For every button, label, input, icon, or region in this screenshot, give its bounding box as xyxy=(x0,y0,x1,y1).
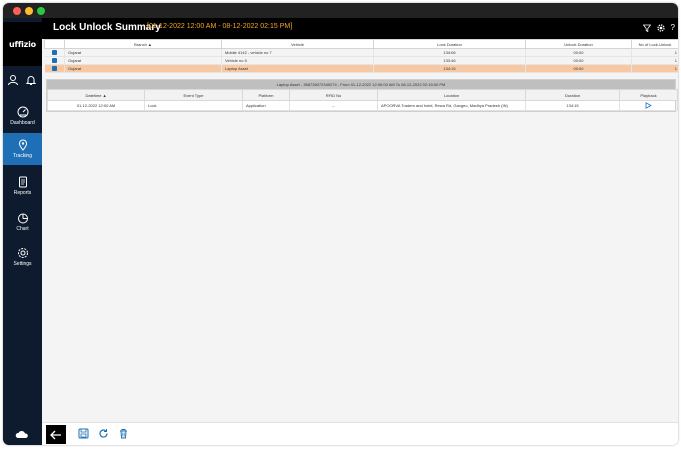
expand-row-button[interactable] xyxy=(51,58,57,64)
unlock-duration-cell: 00:00 xyxy=(525,64,632,73)
bottom-toolbar xyxy=(42,422,678,445)
playback-cell xyxy=(619,100,678,111)
detail-table: Datetime ▲ Event Type Platform RFID No L… xyxy=(47,89,678,111)
date-range: [01-12-2022 12:00 AM - 08-12-2022 02:15 … xyxy=(147,23,293,30)
summary-table: Branch ▲ Vehicle Lock Duration Unlock Du… xyxy=(44,39,678,73)
vehicle-column-header[interactable]: Vehicle xyxy=(221,39,374,49)
lock-duration-cell: 134:15 xyxy=(373,64,526,73)
lock-unlock-count-column-header[interactable]: No of Lock-Unlock xyxy=(631,39,678,49)
vehicle-cell: Vehicle no 5 xyxy=(221,56,374,65)
lock-duration-cell: 133:46 xyxy=(373,56,526,65)
app-window: uffizio Dashboard Tracking Reports Chart… xyxy=(3,3,678,445)
location-pin-icon xyxy=(18,139,27,151)
event-type-cell: Lock xyxy=(144,100,243,111)
sidebar-item-tracking[interactable]: Tracking xyxy=(3,133,42,165)
refresh-icon[interactable] xyxy=(98,428,109,439)
expander-header xyxy=(44,39,65,49)
datetime-column-header[interactable]: Datetime ▲ xyxy=(47,89,145,101)
detail-header-row: Datetime ▲ Event Type Platform RFID No L… xyxy=(47,89,678,101)
header-actions: ? xyxy=(642,23,675,32)
location-cell: APOORVA Traders and hotel, Rewa Rd, Gang… xyxy=(377,100,526,111)
count-cell: 1 xyxy=(631,64,678,73)
branch-cell: Gujarat xyxy=(64,56,222,65)
table-row-selected[interactable]: Gujarat Laptop Asset 134:15 00:00 1 xyxy=(44,64,678,73)
summary-header-row: Branch ▲ Vehicle Lock Duration Unlock Du… xyxy=(44,39,678,49)
unlock-duration-cell: 00:00 xyxy=(525,48,632,57)
duration-column-header[interactable]: Duration xyxy=(525,89,620,101)
count-cell: 1 xyxy=(631,48,678,57)
rfid-column-header[interactable]: RFID No xyxy=(289,89,378,101)
lock-duration-cell: 134:06 xyxy=(373,48,526,57)
vehicle-cell: Mobile 4142 - vehicle no 7 xyxy=(221,48,374,57)
reports-icon xyxy=(18,176,27,188)
count-cell: 1 xyxy=(631,56,678,65)
sidebar-item-label: Reports xyxy=(13,190,32,196)
play-icon[interactable] xyxy=(645,101,652,109)
table-row[interactable]: 01-12-2022 12:00 AM Lock Application -- … xyxy=(47,100,678,111)
maximize-window-button[interactable] xyxy=(37,7,45,15)
vehicle-cell: Laptop Asset xyxy=(221,64,374,73)
unlock-duration-column-header[interactable]: Unlock Duration xyxy=(525,39,632,49)
branch-column-header[interactable]: Branch ▲ xyxy=(64,39,222,49)
cloud-icon[interactable] xyxy=(15,430,29,439)
lock-duration-column-header[interactable]: Lock Duration xyxy=(373,39,526,49)
sidebar-item-label: Dashboard xyxy=(10,120,35,126)
app-logo[interactable]: uffizio xyxy=(3,22,42,66)
datetime-cell: 01-12-2022 12:00 AM xyxy=(47,100,145,111)
unlock-duration-cell: 00:00 xyxy=(525,56,632,65)
dashboard-icon xyxy=(17,106,28,118)
branch-cell: Gujarat xyxy=(64,48,222,57)
sidebar-item-label: Settings xyxy=(13,261,32,267)
table-row[interactable]: Gujarat Mobile 4142 - vehicle no 7 134:0… xyxy=(44,48,678,57)
window-titlebar xyxy=(3,3,678,18)
collapse-row-button[interactable] xyxy=(51,66,57,72)
arrow-left-icon xyxy=(50,430,61,439)
sidebar: uffizio Dashboard Tracking Reports Chart… xyxy=(3,18,42,445)
expand-row-button[interactable] xyxy=(51,50,57,56)
rfid-cell: -- xyxy=(289,100,378,111)
sidebar-top-icons xyxy=(3,74,42,92)
detail-panel: Laptop Asset - 358735072349274 - From 01… xyxy=(46,79,678,112)
table-row[interactable]: Gujarat Vehicle no 5 133:46 00:00 1 xyxy=(44,56,678,65)
close-window-button[interactable] xyxy=(13,7,21,15)
location-column-header[interactable]: Location xyxy=(377,89,526,101)
detail-title: Laptop Asset - 358735072349274 - From 01… xyxy=(47,80,675,89)
report-header: Lock Unlock Summary [01-12-2022 12:00 AM… xyxy=(42,18,678,39)
settings-gear-icon[interactable] xyxy=(656,23,665,32)
help-button[interactable]: ? xyxy=(671,23,675,32)
platform-column-header[interactable]: Platform xyxy=(242,89,290,101)
platform-cell: Application xyxy=(242,100,290,111)
page-title: Lock Unlock Summary xyxy=(53,22,161,33)
sidebar-item-dashboard[interactable]: Dashboard xyxy=(3,100,42,132)
playback-column-header: Playback xyxy=(619,89,678,101)
delete-icon[interactable] xyxy=(118,428,129,439)
main-content: Lock Unlock Summary [01-12-2022 12:00 AM… xyxy=(42,18,678,445)
minimize-window-button[interactable] xyxy=(25,7,33,15)
sidebar-item-reports[interactable]: Reports xyxy=(3,170,42,202)
sidebar-item-chart[interactable]: Chart xyxy=(3,206,42,238)
bell-icon[interactable] xyxy=(25,74,37,86)
gear-icon xyxy=(17,248,28,258)
branch-cell: Gujarat xyxy=(64,64,222,73)
logo-text: uffizio xyxy=(9,39,36,49)
save-icon[interactable] xyxy=(78,428,89,439)
duration-cell: 134:15 xyxy=(525,100,620,111)
sidebar-item-settings[interactable]: Settings xyxy=(3,241,42,273)
back-button[interactable] xyxy=(46,425,66,444)
sidebar-item-label: Tracking xyxy=(13,153,32,159)
pie-chart-icon xyxy=(17,213,28,224)
sidebar-item-label: Chart xyxy=(16,226,29,232)
event-type-column-header[interactable]: Event Type xyxy=(144,89,243,101)
filter-icon[interactable] xyxy=(642,24,651,32)
user-icon[interactable] xyxy=(7,74,19,86)
